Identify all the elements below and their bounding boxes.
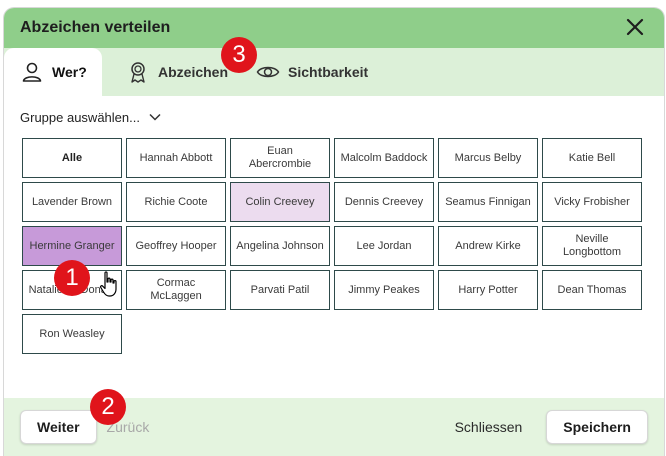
student-cell[interactable]: Lavender Brown [22, 182, 122, 222]
close-icon[interactable] [624, 16, 646, 38]
annotation-marker: 2 [90, 389, 126, 425]
student-cell[interactable]: Andrew Kirke [438, 226, 538, 266]
person-icon [22, 62, 42, 82]
student-cell[interactable]: Marcus Belby [438, 138, 538, 178]
annotation-marker: 1 [54, 260, 90, 296]
close-button[interactable]: Schliessen [445, 410, 533, 444]
student-cell[interactable]: Katie Bell [542, 138, 642, 178]
student-cell[interactable]: Euan Abercrombie [230, 138, 330, 178]
student-grid: Alle Hannah Abbott Euan Abercrombie Malc… [18, 138, 650, 354]
tab-visibility-label: Sichtbarkeit [288, 64, 369, 80]
student-cell[interactable]: Hannah Abbott [126, 138, 226, 178]
eye-icon [256, 66, 280, 78]
student-cell[interactable]: Dennis Creevey [334, 182, 434, 222]
student-cell[interactable]: Lee Jordan [334, 226, 434, 266]
tab-visibility[interactable]: Sichtbarkeit [242, 48, 382, 96]
award-icon [131, 62, 145, 83]
chevron-down-icon [149, 113, 161, 121]
annotation-marker: 3 [221, 37, 257, 73]
student-cell[interactable]: Vicky Frobisher [542, 182, 642, 222]
tab-content: Gruppe auswählen... Alle Hannah Abbott E… [4, 96, 664, 398]
tab-who[interactable]: Wer? [4, 48, 102, 96]
student-cell[interactable]: Harry Potter [438, 270, 538, 310]
hand-cursor-icon [100, 271, 117, 297]
student-cell[interactable]: Ron Weasley [22, 314, 122, 354]
student-cell[interactable]: Dean Thomas [542, 270, 642, 310]
student-cell[interactable]: Richie Coote [126, 182, 226, 222]
tab-award-label: Abzeichen [158, 64, 229, 80]
student-cell[interactable]: Colin Creevey [230, 182, 330, 222]
tab-bar: Wer? Abzeichen Sichtbarkeit [4, 48, 664, 96]
student-cell[interactable]: Jimmy Peakes [334, 270, 434, 310]
student-cell[interactable]: Parvati Patil [230, 270, 330, 310]
student-cell[interactable]: Neville Longbottom [542, 226, 642, 266]
group-select-label: Gruppe auswählen... [20, 109, 140, 125]
student-cell[interactable]: Angelina Johnson [230, 226, 330, 266]
dialog-title: Abzeichen verteilen [20, 19, 171, 36]
save-button[interactable]: Speichern [546, 410, 648, 444]
tab-who-label: Wer? [52, 64, 87, 80]
next-button[interactable]: Weiter [20, 410, 97, 444]
student-cell[interactable]: Malcolm Baddock [334, 138, 434, 178]
student-cell[interactable]: Cormac McLaggen [126, 270, 226, 310]
student-cell[interactable]: Seamus Finnigan [438, 182, 538, 222]
group-select[interactable]: Gruppe auswählen... [18, 96, 650, 138]
student-cell[interactable]: Alle [22, 138, 122, 178]
student-cell[interactable]: Geoffrey Hooper [126, 226, 226, 266]
dialog-header: Abzeichen verteilen [4, 8, 664, 48]
